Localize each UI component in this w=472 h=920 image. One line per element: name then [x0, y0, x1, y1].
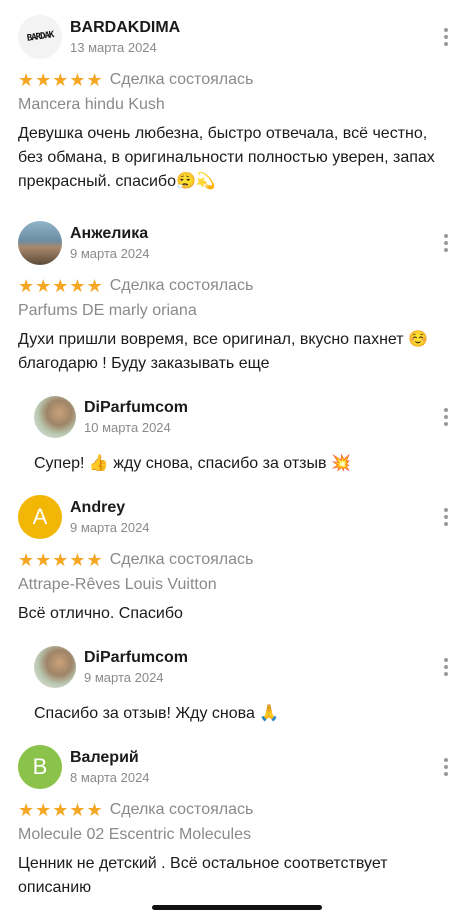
product-name[interactable]: Molecule 02 Escentric Molecules — [18, 824, 454, 846]
review-header: BARDAK BARDAKDIMA 13 марта 2024 — [18, 14, 454, 60]
more-options-icon[interactable] — [434, 23, 458, 51]
rating-row: ★★★★★ Сделка состоялась — [18, 548, 454, 572]
more-options-icon[interactable] — [434, 653, 458, 681]
more-options-icon[interactable] — [434, 753, 458, 781]
review-header: В Валерий 8 марта 2024 — [18, 744, 454, 790]
rating-row: ★★★★★ Сделка состоялась — [18, 798, 454, 822]
review-date: 8 марта 2024 — [70, 769, 150, 785]
avatar[interactable]: BARDAK — [18, 15, 62, 59]
deal-status: Сделка состоялась — [109, 71, 254, 88]
review-card: A Andrey 9 марта 2024 ★★★★★ Сделка состо… — [18, 494, 454, 626]
seller-avatar[interactable] — [34, 646, 76, 688]
avatar-letter: В — [32, 754, 48, 779]
avatar[interactable] — [18, 221, 62, 265]
seller-reply: DiParfumcom 9 марта 2024 Спасибо за отзы… — [34, 644, 454, 726]
star-rating: ★★★★★ — [18, 276, 104, 296]
author-name[interactable]: Andrey — [70, 498, 434, 518]
deal-status: Сделка состоялась — [109, 551, 254, 568]
review-text: Всё отлично. Спасибо — [18, 605, 183, 622]
reply-text: Супер! 👍 жду снова, спасибо за отзыв 💥 — [34, 455, 351, 472]
review-card: BARDAK BARDAKDIMA 13 марта 2024 ★★★★★ Сд… — [18, 14, 454, 194]
author-name[interactable]: Анжелика — [70, 224, 434, 244]
review-text: Девушка очень любезна, быстро отвечала, … — [18, 125, 435, 190]
reply-header: DiParfumcom 9 марта 2024 — [34, 644, 454, 690]
review-header: A Andrey 9 марта 2024 — [18, 494, 454, 540]
avatar[interactable]: В — [18, 745, 62, 789]
review-header: Анжелика 9 марта 2024 — [18, 220, 454, 266]
review-card: В Валерий 8 марта 2024 ★★★★★ Сделка сост… — [18, 744, 454, 900]
home-indicator[interactable] — [152, 905, 322, 910]
avatar-letter: A — [32, 504, 48, 529]
reply-text: Спасибо за отзыв! Жду снова 🙏 — [34, 705, 280, 722]
review-date: 9 марта 2024 — [70, 245, 150, 261]
more-options-icon[interactable] — [434, 503, 458, 531]
author-name[interactable]: Валерий — [70, 748, 434, 768]
product-name[interactable]: Mancera hindu Kush — [18, 94, 454, 116]
review-card: Анжелика 9 марта 2024 ★★★★★ Сделка состо… — [18, 220, 454, 376]
reply-header: DiParfumcom 10 марта 2024 — [34, 394, 454, 440]
review-text: Ценник не детский . Всё остальное соотве… — [18, 855, 388, 896]
seller-reply: DiParfumcom 10 марта 2024 Супер! 👍 жду с… — [34, 394, 454, 476]
author-name[interactable]: BARDAKDIMA — [70, 18, 434, 38]
seller-name[interactable]: DiParfumcom — [84, 648, 434, 668]
seller-name[interactable]: DiParfumcom — [84, 398, 434, 418]
star-rating: ★★★★★ — [18, 800, 104, 820]
product-name[interactable]: Parfums DE marly oriana — [18, 300, 454, 322]
deal-status: Сделка состоялась — [109, 277, 254, 294]
reply-date: 9 марта 2024 — [84, 669, 164, 685]
rating-row: ★★★★★ Сделка состоялась — [18, 68, 454, 92]
seller-avatar[interactable] — [34, 396, 76, 438]
product-name[interactable]: Attrape-Rêves Louis Vuitton — [18, 574, 454, 596]
star-rating: ★★★★★ — [18, 70, 104, 90]
reply-date: 10 марта 2024 — [84, 419, 171, 435]
avatar[interactable]: A — [18, 495, 62, 539]
star-rating: ★★★★★ — [18, 550, 104, 570]
review-date: 9 марта 2024 — [70, 519, 150, 535]
more-options-icon[interactable] — [434, 403, 458, 431]
review-text: Духи пришли вовремя, все оригинал, вкусн… — [18, 331, 428, 372]
review-date: 13 марта 2024 — [70, 39, 157, 55]
rating-row: ★★★★★ Сделка состоялась — [18, 274, 454, 298]
deal-status: Сделка состоялась — [109, 801, 254, 818]
avatar-logo-text: BARDAK — [26, 30, 54, 44]
more-options-icon[interactable] — [434, 229, 458, 257]
